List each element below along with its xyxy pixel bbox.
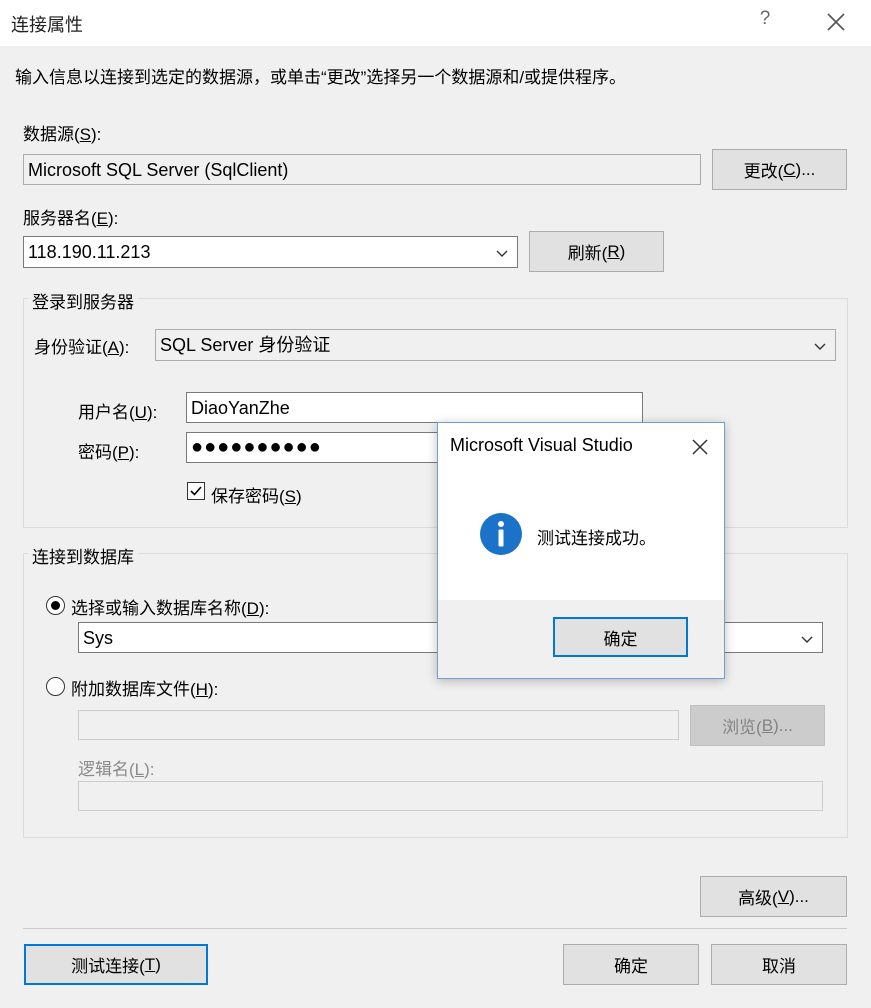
logical-name-label: 逻辑名(L): (78, 760, 155, 779)
datasource-label: 数据源(S): (23, 125, 102, 144)
radio-dot (51, 601, 60, 610)
auth-combo[interactable]: SQL Server 身份验证 (155, 329, 836, 361)
save-password-label: 保存密码(S) (211, 487, 302, 506)
title-bar (0, 0, 871, 46)
dialog-title: 连接属性 (11, 15, 83, 35)
chevron-down-icon[interactable] (495, 246, 509, 260)
help-button[interactable]: ? (752, 8, 778, 38)
chevron-down-icon[interactable] (813, 339, 827, 353)
info-icon (479, 512, 523, 556)
cancel-button[interactable]: 取消 (711, 944, 847, 985)
browse-button[interactable]: 浏览(B)... (690, 705, 825, 746)
auth-value: SQL Server 身份验证 (160, 335, 331, 355)
logical-name-input[interactable] (78, 781, 823, 811)
server-label: 服务器名(E): (23, 209, 119, 228)
username-label: 用户名(U): (78, 403, 158, 422)
attach-database-radio[interactable] (46, 677, 65, 696)
select-database-label: 选择或输入数据库名称(D): (71, 599, 270, 618)
attach-database-label: 附加数据库文件(H): (71, 680, 219, 699)
save-password-checkbox[interactable] (187, 482, 205, 500)
server-value: 118.190.11.213 (28, 242, 151, 262)
change-button[interactable]: 更改(C)... (712, 149, 847, 190)
refresh-button[interactable]: 刷新(R) (529, 231, 664, 272)
database-group-title: 连接到数据库 (28, 543, 138, 568)
description-text: 输入信息以连接到选定的数据源，或单击“更改”选择另一个数据源和/或提供程序。 (15, 68, 627, 87)
advanced-button[interactable]: 高级(V)... (700, 876, 847, 917)
message-text: 测试连接成功。 (537, 529, 656, 548)
attach-file-input[interactable] (78, 710, 679, 740)
close-icon[interactable] (820, 6, 852, 38)
select-database-radio[interactable] (46, 596, 65, 615)
message-box: Microsoft Visual Studio 测试连接成功。 确定 (437, 422, 725, 679)
message-box-title: Microsoft Visual Studio (450, 435, 633, 455)
datasource-field: Microsoft SQL Server (SqlClient) (23, 154, 701, 185)
chevron-down-icon[interactable] (800, 632, 814, 646)
login-group-title: 登录到服务器 (28, 288, 138, 313)
server-combo[interactable]: 118.190.11.213 (23, 236, 518, 268)
checkmark-icon (190, 486, 202, 496)
close-icon[interactable] (688, 435, 712, 459)
database-value: Sys (83, 628, 114, 648)
test-connection-button[interactable]: 测试连接(T) (24, 944, 208, 985)
ok-button[interactable]: 确定 (563, 944, 699, 985)
password-label: 密码(P): (78, 443, 140, 462)
auth-label: 身份验证(A): (34, 338, 130, 357)
footer-separator (23, 928, 847, 929)
message-ok-button[interactable]: 确定 (553, 617, 688, 657)
username-input[interactable]: DiaoYanZhe (186, 392, 643, 423)
